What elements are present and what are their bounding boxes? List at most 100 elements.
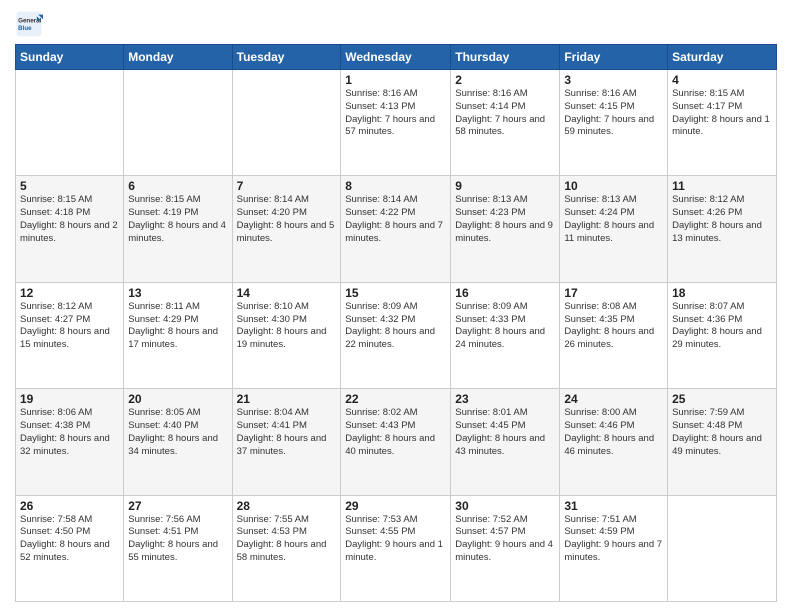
calendar-cell (16, 70, 124, 176)
calendar-cell: 2Sunrise: 8:16 AM Sunset: 4:14 PM Daylig… (451, 70, 560, 176)
logo-icon: General Blue (15, 10, 43, 38)
calendar-cell: 16Sunrise: 8:09 AM Sunset: 4:33 PM Dayli… (451, 282, 560, 388)
calendar-cell: 25Sunrise: 7:59 AM Sunset: 4:48 PM Dayli… (668, 389, 777, 495)
day-info: Sunrise: 8:16 AM Sunset: 4:14 PM Dayligh… (455, 88, 555, 139)
calendar-cell: 29Sunrise: 7:53 AM Sunset: 4:55 PM Dayli… (341, 495, 451, 601)
day-info: Sunrise: 7:56 AM Sunset: 4:51 PM Dayligh… (128, 514, 227, 565)
day-info: Sunrise: 8:08 AM Sunset: 4:35 PM Dayligh… (564, 301, 663, 352)
day-number: 25 (672, 392, 772, 406)
calendar-cell: 17Sunrise: 8:08 AM Sunset: 4:35 PM Dayli… (560, 282, 668, 388)
calendar-cell: 28Sunrise: 7:55 AM Sunset: 4:53 PM Dayli… (232, 495, 341, 601)
calendar-cell: 12Sunrise: 8:12 AM Sunset: 4:27 PM Dayli… (16, 282, 124, 388)
day-info: Sunrise: 7:59 AM Sunset: 4:48 PM Dayligh… (672, 407, 772, 458)
day-of-week-header: Saturday (668, 45, 777, 70)
calendar-cell: 8Sunrise: 8:14 AM Sunset: 4:22 PM Daylig… (341, 176, 451, 282)
day-info: Sunrise: 8:14 AM Sunset: 4:22 PM Dayligh… (345, 194, 446, 245)
day-info: Sunrise: 8:15 AM Sunset: 4:17 PM Dayligh… (672, 88, 772, 139)
header: General Blue (15, 10, 777, 38)
calendar-cell: 6Sunrise: 8:15 AM Sunset: 4:19 PM Daylig… (124, 176, 232, 282)
day-number: 31 (564, 499, 663, 513)
calendar-cell: 15Sunrise: 8:09 AM Sunset: 4:32 PM Dayli… (341, 282, 451, 388)
day-of-week-header: Friday (560, 45, 668, 70)
day-number: 23 (455, 392, 555, 406)
day-number: 10 (564, 179, 663, 193)
calendar-cell: 9Sunrise: 8:13 AM Sunset: 4:23 PM Daylig… (451, 176, 560, 282)
page: General Blue SundayMondayTuesdayWednesda… (0, 0, 792, 612)
calendar-header-row: SundayMondayTuesdayWednesdayThursdayFrid… (16, 45, 777, 70)
day-info: Sunrise: 8:04 AM Sunset: 4:41 PM Dayligh… (237, 407, 337, 458)
calendar-cell (668, 495, 777, 601)
calendar-cell: 24Sunrise: 8:00 AM Sunset: 4:46 PM Dayli… (560, 389, 668, 495)
calendar-cell: 3Sunrise: 8:16 AM Sunset: 4:15 PM Daylig… (560, 70, 668, 176)
day-info: Sunrise: 8:11 AM Sunset: 4:29 PM Dayligh… (128, 301, 227, 352)
day-number: 20 (128, 392, 227, 406)
calendar-cell: 21Sunrise: 8:04 AM Sunset: 4:41 PM Dayli… (232, 389, 341, 495)
calendar-cell (124, 70, 232, 176)
day-info: Sunrise: 8:12 AM Sunset: 4:26 PM Dayligh… (672, 194, 772, 245)
day-info: Sunrise: 7:58 AM Sunset: 4:50 PM Dayligh… (20, 514, 119, 565)
calendar-week-row: 5Sunrise: 8:15 AM Sunset: 4:18 PM Daylig… (16, 176, 777, 282)
day-number: 7 (237, 179, 337, 193)
calendar-cell: 23Sunrise: 8:01 AM Sunset: 4:45 PM Dayli… (451, 389, 560, 495)
day-of-week-header: Thursday (451, 45, 560, 70)
day-info: Sunrise: 8:15 AM Sunset: 4:19 PM Dayligh… (128, 194, 227, 245)
calendar-week-row: 1Sunrise: 8:16 AM Sunset: 4:13 PM Daylig… (16, 70, 777, 176)
calendar-cell (232, 70, 341, 176)
calendar-cell: 30Sunrise: 7:52 AM Sunset: 4:57 PM Dayli… (451, 495, 560, 601)
calendar-cell: 10Sunrise: 8:13 AM Sunset: 4:24 PM Dayli… (560, 176, 668, 282)
svg-text:Blue: Blue (18, 25, 32, 32)
day-info: Sunrise: 8:02 AM Sunset: 4:43 PM Dayligh… (345, 407, 446, 458)
day-info: Sunrise: 7:51 AM Sunset: 4:59 PM Dayligh… (564, 514, 663, 565)
day-number: 28 (237, 499, 337, 513)
day-info: Sunrise: 8:09 AM Sunset: 4:33 PM Dayligh… (455, 301, 555, 352)
day-number: 5 (20, 179, 119, 193)
day-number: 9 (455, 179, 555, 193)
day-number: 8 (345, 179, 446, 193)
day-number: 3 (564, 73, 663, 87)
calendar-week-row: 19Sunrise: 8:06 AM Sunset: 4:38 PM Dayli… (16, 389, 777, 495)
day-number: 19 (20, 392, 119, 406)
day-info: Sunrise: 8:16 AM Sunset: 4:13 PM Dayligh… (345, 88, 446, 139)
calendar-cell: 14Sunrise: 8:10 AM Sunset: 4:30 PM Dayli… (232, 282, 341, 388)
calendar-cell: 22Sunrise: 8:02 AM Sunset: 4:43 PM Dayli… (341, 389, 451, 495)
day-info: Sunrise: 8:14 AM Sunset: 4:20 PM Dayligh… (237, 194, 337, 245)
logo: General Blue (15, 10, 45, 38)
calendar-week-row: 12Sunrise: 8:12 AM Sunset: 4:27 PM Dayli… (16, 282, 777, 388)
day-info: Sunrise: 7:55 AM Sunset: 4:53 PM Dayligh… (237, 514, 337, 565)
day-number: 24 (564, 392, 663, 406)
day-info: Sunrise: 8:00 AM Sunset: 4:46 PM Dayligh… (564, 407, 663, 458)
calendar-cell: 5Sunrise: 8:15 AM Sunset: 4:18 PM Daylig… (16, 176, 124, 282)
day-number: 17 (564, 286, 663, 300)
day-info: Sunrise: 8:12 AM Sunset: 4:27 PM Dayligh… (20, 301, 119, 352)
day-number: 21 (237, 392, 337, 406)
day-number: 22 (345, 392, 446, 406)
calendar-cell: 20Sunrise: 8:05 AM Sunset: 4:40 PM Dayli… (124, 389, 232, 495)
day-number: 13 (128, 286, 227, 300)
calendar-cell: 11Sunrise: 8:12 AM Sunset: 4:26 PM Dayli… (668, 176, 777, 282)
day-of-week-header: Monday (124, 45, 232, 70)
calendar: SundayMondayTuesdayWednesdayThursdayFrid… (15, 44, 777, 602)
day-of-week-header: Wednesday (341, 45, 451, 70)
day-number: 1 (345, 73, 446, 87)
day-info: Sunrise: 8:07 AM Sunset: 4:36 PM Dayligh… (672, 301, 772, 352)
calendar-cell: 27Sunrise: 7:56 AM Sunset: 4:51 PM Dayli… (124, 495, 232, 601)
day-info: Sunrise: 7:53 AM Sunset: 4:55 PM Dayligh… (345, 514, 446, 565)
calendar-cell: 13Sunrise: 8:11 AM Sunset: 4:29 PM Dayli… (124, 282, 232, 388)
calendar-week-row: 26Sunrise: 7:58 AM Sunset: 4:50 PM Dayli… (16, 495, 777, 601)
day-info: Sunrise: 8:13 AM Sunset: 4:24 PM Dayligh… (564, 194, 663, 245)
day-number: 15 (345, 286, 446, 300)
day-number: 4 (672, 73, 772, 87)
day-info: Sunrise: 8:10 AM Sunset: 4:30 PM Dayligh… (237, 301, 337, 352)
day-number: 27 (128, 499, 227, 513)
day-of-week-header: Tuesday (232, 45, 341, 70)
calendar-cell: 7Sunrise: 8:14 AM Sunset: 4:20 PM Daylig… (232, 176, 341, 282)
calendar-cell: 31Sunrise: 7:51 AM Sunset: 4:59 PM Dayli… (560, 495, 668, 601)
day-number: 16 (455, 286, 555, 300)
day-number: 26 (20, 499, 119, 513)
day-info: Sunrise: 8:06 AM Sunset: 4:38 PM Dayligh… (20, 407, 119, 458)
day-number: 11 (672, 179, 772, 193)
calendar-cell: 1Sunrise: 8:16 AM Sunset: 4:13 PM Daylig… (341, 70, 451, 176)
day-number: 30 (455, 499, 555, 513)
day-number: 12 (20, 286, 119, 300)
day-number: 2 (455, 73, 555, 87)
